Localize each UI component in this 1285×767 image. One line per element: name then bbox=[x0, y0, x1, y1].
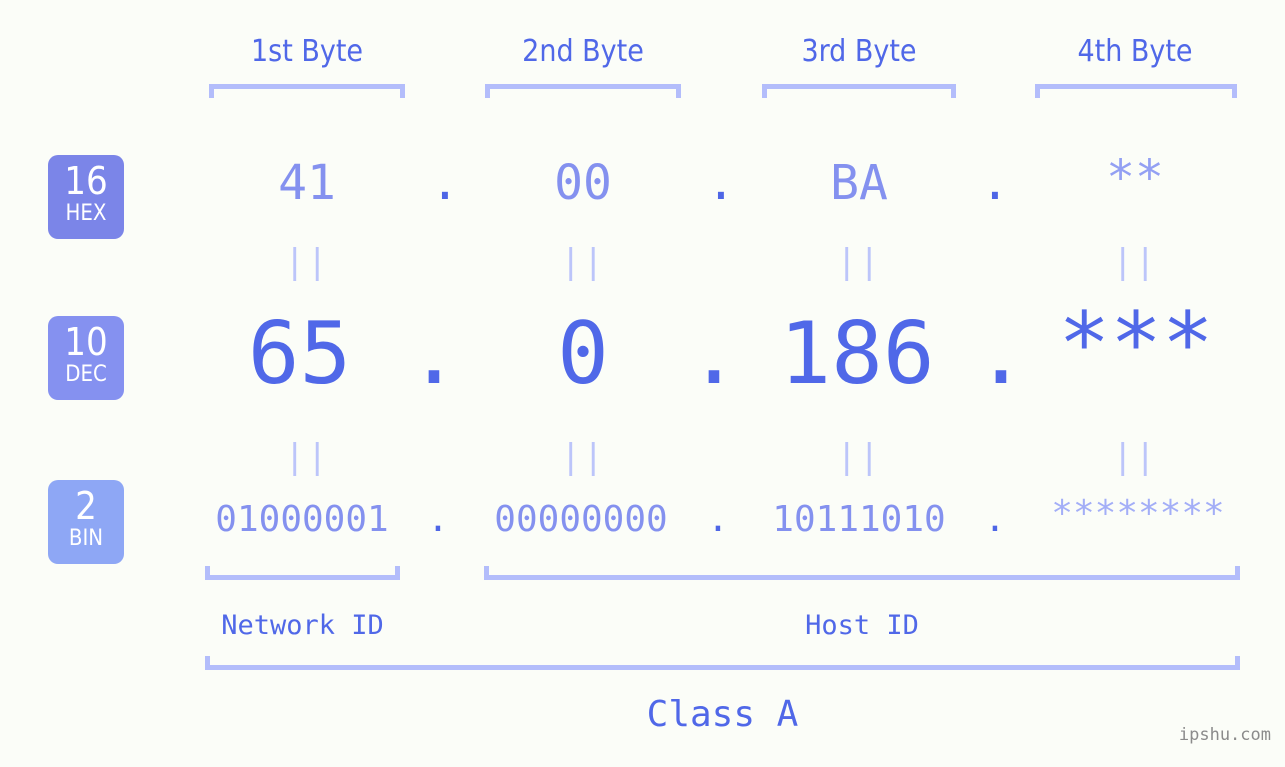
bin-separator-1: . bbox=[427, 499, 449, 540]
hex-separator-2: . bbox=[706, 155, 736, 211]
byte-header-2: 2nd Byte bbox=[522, 34, 644, 69]
byte-header-3: 3rd Byte bbox=[801, 34, 917, 69]
base-badge-bin-name: BIN bbox=[68, 526, 104, 551]
equality-marker-hex-dec-2: || bbox=[560, 242, 606, 282]
dec-byte-3: 186 bbox=[779, 304, 935, 404]
site-watermark: ipshu.com bbox=[1178, 725, 1271, 745]
bin-byte-1: 01000001 bbox=[215, 499, 389, 540]
equality-marker-hex-dec-4: || bbox=[1112, 242, 1158, 282]
equality-marker-dec-bin-1: || bbox=[284, 437, 330, 477]
bin-byte-4: ******** bbox=[1051, 493, 1225, 534]
equality-marker-dec-bin-3: || bbox=[836, 437, 882, 477]
equality-marker-dec-bin-4: || bbox=[1112, 437, 1158, 477]
base-badge-hex-name: HEX bbox=[65, 201, 107, 226]
base-badge-dec-number: 10 bbox=[64, 320, 108, 364]
equality-marker-dec-bin-2: || bbox=[560, 437, 606, 477]
bin-byte-3: 10111010 bbox=[772, 499, 946, 540]
host-id-bracket bbox=[484, 566, 1240, 580]
byte-bracket-2 bbox=[485, 84, 681, 98]
base-badge-hex-number: 16 bbox=[64, 159, 108, 203]
host-id-label: Host ID bbox=[805, 610, 919, 641]
ip-address-breakdown-diagram: 1st Byte 2nd Byte 3rd Byte 4th Byte 16 H… bbox=[0, 0, 1285, 767]
hex-byte-2: 00 bbox=[554, 155, 612, 211]
byte-header-1: 1st Byte bbox=[250, 34, 364, 69]
network-id-label: Network ID bbox=[221, 610, 384, 641]
byte-header-4: 4th Byte bbox=[1077, 34, 1193, 69]
equality-marker-hex-dec-1: || bbox=[284, 242, 330, 282]
hex-separator-1: . bbox=[430, 155, 460, 211]
hex-byte-4: ** bbox=[1106, 150, 1164, 206]
class-bracket bbox=[205, 656, 1240, 670]
hex-byte-1: 41 bbox=[278, 155, 336, 211]
base-badge-hex[interactable]: 16 HEX bbox=[48, 155, 124, 239]
class-label: Class A bbox=[646, 694, 799, 735]
dec-separator-3: . bbox=[975, 304, 1027, 404]
base-badge-dec-name: DEC bbox=[65, 362, 107, 387]
byte-bracket-1 bbox=[209, 84, 405, 98]
bin-byte-2: 00000000 bbox=[494, 499, 668, 540]
base-badge-bin[interactable]: 2 BIN bbox=[48, 480, 124, 564]
bin-separator-2: . bbox=[707, 499, 729, 540]
dec-byte-4: *** bbox=[1058, 294, 1214, 394]
byte-bracket-3 bbox=[762, 84, 956, 98]
base-badge-dec[interactable]: 10 DEC bbox=[48, 316, 124, 400]
equality-marker-hex-dec-3: || bbox=[836, 242, 882, 282]
dec-byte-2: 0 bbox=[557, 304, 609, 404]
byte-bracket-4 bbox=[1035, 84, 1237, 98]
dec-separator-2: . bbox=[688, 304, 740, 404]
dec-separator-1: . bbox=[408, 304, 460, 404]
bin-separator-3: . bbox=[984, 499, 1006, 540]
network-id-bracket bbox=[205, 566, 400, 580]
dec-byte-1: 65 bbox=[247, 304, 352, 404]
hex-byte-3: BA bbox=[830, 155, 888, 211]
base-badge-bin-number: 2 bbox=[75, 484, 97, 528]
hex-separator-3: . bbox=[980, 155, 1010, 211]
